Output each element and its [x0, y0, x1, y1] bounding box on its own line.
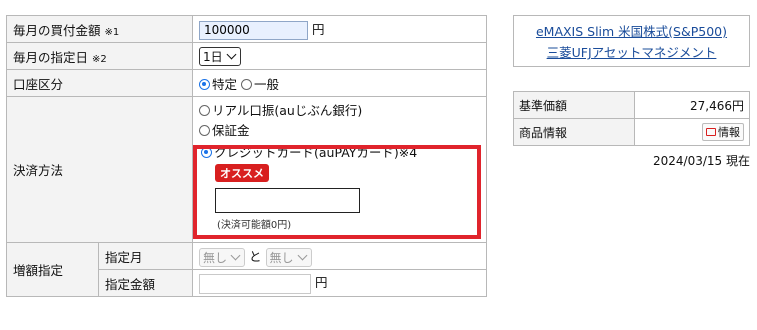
increase-label: 増額指定 — [6, 242, 99, 297]
increase-month-from-value: 無し — [203, 250, 228, 265]
monthly-amount-cell: 円 — [192, 15, 487, 43]
account-type-option-ippan[interactable]: 一般 — [241, 77, 279, 92]
card-input[interactable] — [215, 188, 360, 213]
account-type-option-tokutei[interactable]: 特定 — [199, 77, 237, 92]
chevron-down-icon — [230, 250, 241, 261]
info-button[interactable]: 情報 — [702, 123, 744, 141]
monthly-amount-label: 毎月の買付金額 — [13, 22, 101, 38]
monthly-day-label-cell: 毎月の指定日 ※2 — [6, 42, 193, 70]
monthly-amount-input[interactable] — [199, 20, 308, 40]
nav-value: 27,466円 — [634, 91, 750, 119]
increase-amount-label: 指定金額 — [98, 269, 193, 297]
monthly-amount-note: ※1 — [104, 26, 120, 38]
card-input-wrap — [199, 188, 480, 213]
payment-available-note: (決済可能額0円) — [217, 220, 292, 231]
payment-option-deposit[interactable]: 保証金 — [199, 121, 480, 141]
row-payment: 決済方法 リアル口振(auじぶん銀行) 保証金 クレジットカード(auPAYカー… — [6, 96, 487, 243]
increase-amount-cell: 円 — [192, 269, 487, 297]
chevron-down-icon — [226, 49, 237, 60]
monthly-day-note: ※2 — [92, 53, 107, 65]
row-account-type: 口座区分 特定 一般 — [6, 69, 487, 97]
monthly-day-select[interactable]: 1日 — [199, 46, 241, 66]
info-cell: 情報 — [634, 118, 750, 146]
fund-name-link[interactable]: eMAXIS Slim 米国株式(S&P500) — [536, 24, 727, 39]
increase-month-separator: と — [249, 248, 262, 264]
info-row: 商品情報 情報 — [513, 118, 750, 146]
row-monthly-day: 毎月の指定日 ※2 1日 — [6, 42, 487, 70]
account-type-option-label: 特定 — [212, 76, 238, 92]
increase-amount-unit: 円 — [314, 275, 328, 291]
info-label: 商品情報 — [513, 118, 635, 146]
document-icon — [706, 128, 716, 136]
chevron-down-icon — [297, 250, 307, 261]
account-type-option-label: 一般 — [254, 76, 280, 92]
monthly-amount-label-cell: 毎月の買付金額 ※1 — [6, 15, 193, 43]
row-monthly-amount: 毎月の買付金額 ※1 円 — [6, 15, 487, 43]
increase-month-to-value: 無し — [269, 250, 294, 265]
info-button-label: 情報 — [718, 126, 740, 139]
radio-unselected-icon — [199, 125, 210, 136]
radio-selected-icon — [199, 78, 210, 90]
fund-info-table: 基準価額 27,466円 商品情報 情報 — [513, 91, 750, 146]
radio-selected-icon — [201, 147, 212, 158]
as-of-date: 2024/03/15 現在 — [653, 154, 750, 168]
monthly-day-cell: 1日 — [192, 42, 487, 70]
row-increase-month: 増額指定 指定月 無し と 無し — [6, 242, 487, 297]
nav-label: 基準価額 — [513, 91, 635, 119]
radio-unselected-icon — [241, 78, 252, 90]
payment-option-credit[interactable]: クレジットカード(auPAYカード)※4 — [199, 143, 480, 163]
increase-month-label: 指定月 — [98, 242, 193, 270]
fund-title-box: eMAXIS Slim 米国株式(S&P500) 三菱UFJアセットマネジメント — [513, 15, 750, 67]
payment-cell: リアル口振(auじぶん銀行) 保証金 クレジットカード(auPAYカード)※4 … — [192, 96, 487, 243]
payment-option-bank[interactable]: リアル口振(auじぶん銀行) — [199, 101, 480, 121]
nav-row: 基準価額 27,466円 — [513, 91, 750, 119]
monthly-amount-unit: 円 — [311, 21, 325, 37]
recommend-badge-wrap: オススメ — [199, 164, 480, 182]
monthly-day-label: 毎月の指定日 — [13, 49, 89, 65]
recommend-badge: オススメ — [215, 164, 269, 182]
increase-month-to-select[interactable]: 無し — [265, 247, 312, 267]
payment-option-label: 保証金 — [212, 123, 250, 138]
payment-label: 決済方法 — [6, 96, 193, 243]
fund-company-link[interactable]: 三菱UFJアセットマネジメント — [547, 45, 717, 60]
monthly-day-value: 1日 — [203, 49, 223, 64]
increase-amount-input[interactable] — [199, 273, 311, 294]
account-type-cell: 特定 一般 — [192, 69, 487, 97]
increase-month-cell: 無し と 無し — [192, 242, 487, 270]
payment-option-label: クレジットカード(auPAYカード)※4 — [214, 145, 418, 160]
increase-month-from-select[interactable]: 無し — [199, 247, 246, 267]
order-form: 毎月の買付金額 ※1 円 毎月の指定日 ※2 1日 口座区分 特定 一般 決済方… — [6, 15, 487, 297]
account-type-label: 口座区分 — [6, 69, 193, 97]
payment-option-label: リアル口振(auじぶん銀行) — [212, 103, 363, 118]
radio-unselected-icon — [199, 105, 210, 116]
